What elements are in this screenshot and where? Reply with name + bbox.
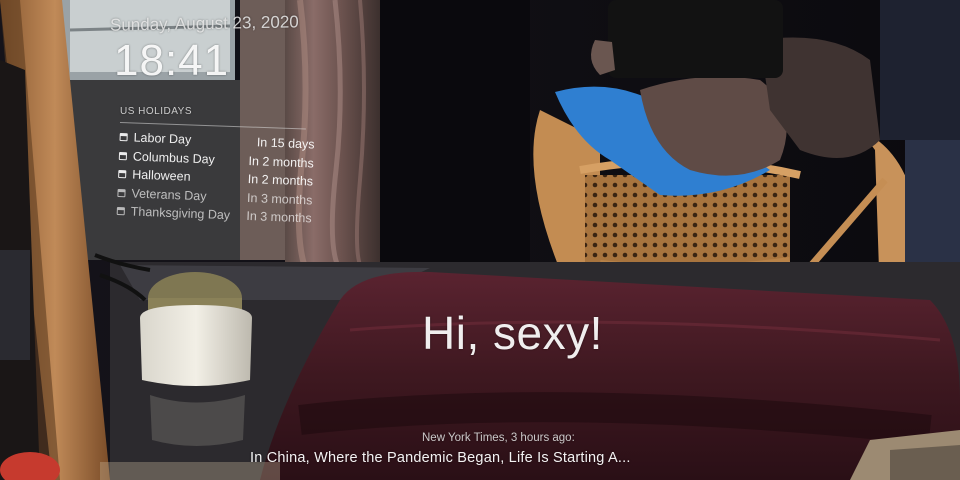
calendar-icon bbox=[119, 133, 128, 142]
holiday-name: Columbus Day bbox=[132, 149, 216, 167]
news-source: New York Times, 3 hours ago: bbox=[422, 432, 575, 444]
holiday-name: Labor Day bbox=[133, 130, 192, 147]
clock-date: Sunday, August 23, 2020 bbox=[110, 12, 299, 35]
holiday-name: Veterans Day bbox=[131, 186, 207, 204]
calendar-icon bbox=[116, 207, 125, 216]
news-headline: In China, Where the Pandemic Began, Life… bbox=[250, 450, 631, 466]
holiday-name: Thanksgiving Day bbox=[130, 204, 231, 223]
holidays-header: US HOLIDAYS bbox=[120, 106, 192, 117]
holiday-when: In 3 months bbox=[246, 209, 312, 226]
calendar-icon bbox=[118, 170, 127, 179]
calendar-icon bbox=[117, 188, 126, 198]
holiday-when: In 2 months bbox=[248, 153, 315, 171]
compliment-text: Hi, sexy! bbox=[422, 307, 603, 359]
holiday-name: Halloween bbox=[131, 167, 191, 184]
holiday-when: In 2 months bbox=[247, 172, 314, 189]
holiday-when: In 3 months bbox=[246, 190, 313, 208]
calendar-icon bbox=[118, 151, 128, 161]
holiday-list: Labor Day In 15 days Columbus Day In 2 m… bbox=[116, 128, 315, 228]
clock-time: 18:41 bbox=[114, 36, 230, 85]
holiday-when: In 15 days bbox=[256, 135, 315, 152]
